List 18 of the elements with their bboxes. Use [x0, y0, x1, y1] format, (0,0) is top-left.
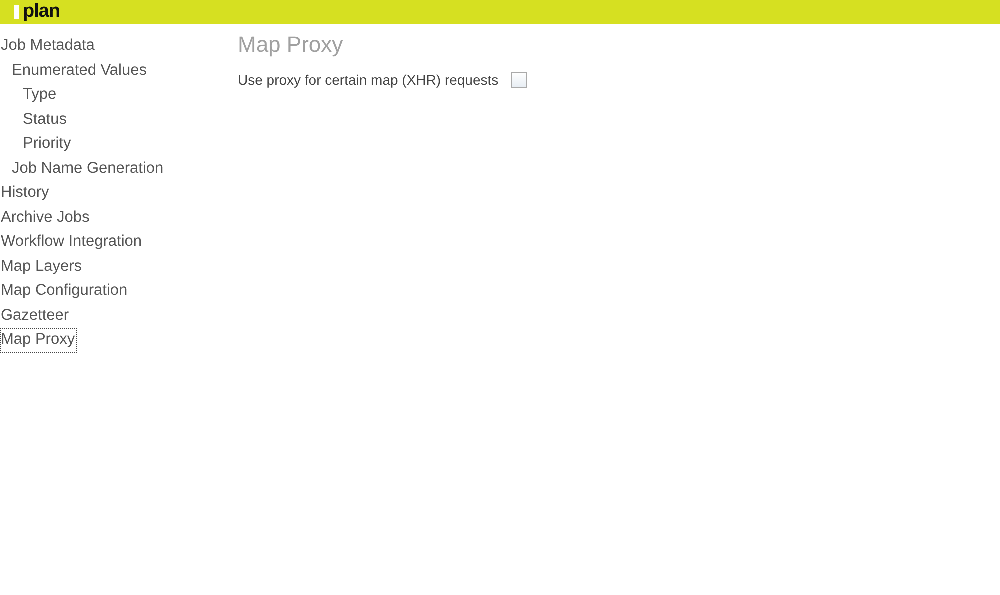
sidebar-item[interactable]: Job Name Generation: [11, 156, 166, 181]
sidebar-item[interactable]: Map Configuration: [0, 279, 130, 304]
page-title: Map Proxy: [238, 32, 344, 58]
option-label: Use proxy for certain map (XHR) requests: [238, 72, 499, 88]
sidebar-item[interactable]: Enumerated Values: [11, 58, 149, 83]
sidebar-item[interactable]: Gazetteer: [0, 304, 72, 328]
sidebar-item[interactable]: Type: [22, 83, 59, 108]
logo-bar-icon: [14, 5, 19, 19]
sidebar-item[interactable]: Workflow Integration: [0, 230, 144, 254]
sidebar-item[interactable]: Map Layers: [0, 254, 84, 279]
proxy-checkbox[interactable]: [510, 72, 527, 88]
sidebar-item[interactable]: Archive Jobs: [0, 206, 92, 230]
sidebar-item[interactable]: History: [0, 181, 52, 206]
sidebar-item[interactable]: Status: [22, 108, 69, 132]
sidebar-item[interactable]: Job Metadata: [0, 34, 97, 58]
sidebar-item[interactable]: Priority: [22, 132, 74, 156]
logo: plan: [23, 1, 60, 23]
sidebar-item[interactable]: Map Proxy: [0, 328, 78, 352]
